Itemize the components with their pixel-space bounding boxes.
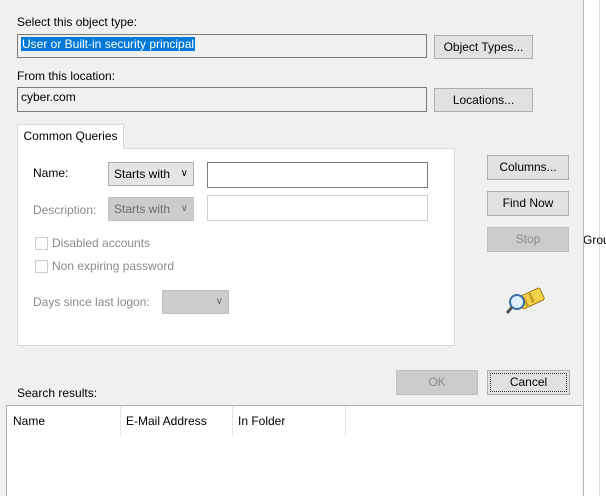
location-label: From this location: <box>17 69 116 83</box>
select-users-dialog: Select this object type: User or Built-i… <box>0 0 584 496</box>
chevron-down-icon: ∨ <box>180 168 188 179</box>
name-input[interactable] <box>207 162 428 188</box>
find-now-button[interactable]: Find Now <box>487 191 569 216</box>
disabled-accounts-checkbox[interactable] <box>35 237 48 250</box>
name-mode-value: Starts with <box>114 167 171 181</box>
locations-button[interactable]: Locations... <box>434 88 533 112</box>
days-since-logon-select[interactable]: ∨ <box>162 290 229 314</box>
background-window-text: Grou <box>583 233 606 247</box>
object-type-value: User or Built-in security principal <box>21 37 196 51</box>
object-type-field[interactable]: User or Built-in security principal <box>17 34 427 58</box>
location-field[interactable]: cyber.com <box>17 87 427 112</box>
days-since-logon-label: Days since last logon: <box>33 295 150 309</box>
description-mode-select[interactable]: Starts with ∨ <box>108 197 194 221</box>
description-input[interactable] <box>207 195 428 221</box>
non-expiring-password-label: Non expiring password <box>52 259 175 273</box>
column-header-in-folder[interactable]: In Folder <box>232 406 345 436</box>
name-label: Name: <box>33 166 69 180</box>
column-separator[interactable] <box>345 406 346 436</box>
stop-button[interactable]: Stop <box>487 227 569 252</box>
background-window-edge <box>599 0 600 496</box>
disabled-accounts-label: Disabled accounts <box>52 236 151 250</box>
search-results-label: Search results: <box>17 386 98 400</box>
description-mode-value: Starts with <box>114 202 171 216</box>
name-mode-select[interactable]: Starts with ∨ <box>108 162 194 186</box>
column-header-name[interactable]: Name <box>7 406 120 436</box>
object-type-label: Select this object type: <box>17 15 138 29</box>
tab-common-queries[interactable]: Common Queries <box>17 124 124 149</box>
ok-button[interactable]: OK <box>396 370 478 395</box>
description-label: Description: <box>33 203 97 217</box>
chevron-down-icon: ∨ <box>215 296 223 307</box>
non-expiring-password-checkbox[interactable] <box>35 260 48 273</box>
columns-button[interactable]: Columns... <box>487 155 569 180</box>
cancel-button[interactable]: Cancel <box>487 370 570 395</box>
column-header-email[interactable]: E-Mail Address <box>120 406 232 436</box>
search-results-list[interactable]: Name E-Mail Address In Folder <box>6 405 582 496</box>
flashlight-search-icon <box>505 287 545 314</box>
chevron-down-icon: ∨ <box>180 203 188 214</box>
object-types-button[interactable]: Object Types... <box>434 35 533 59</box>
